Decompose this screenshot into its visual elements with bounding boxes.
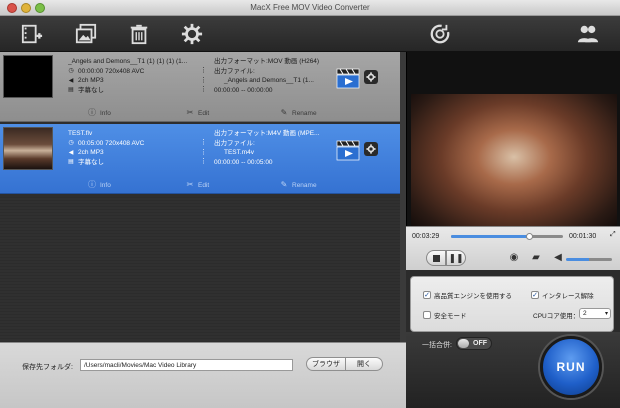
safe-mode-option[interactable]: 安全モード — [423, 310, 467, 320]
file-name: TEST.flv — [68, 130, 93, 137]
gear-icon — [366, 72, 376, 82]
browse-button[interactable]: ブラウザ — [306, 357, 346, 371]
audio-icon: ◀ — [68, 149, 74, 156]
rename-button[interactable]: ✎ Rename — [280, 181, 317, 189]
seek-slider[interactable] — [451, 233, 563, 240]
output-path-input[interactable] — [80, 359, 293, 371]
edit-button[interactable]: ✂ Edit — [186, 180, 210, 189]
settings-button[interactable] — [180, 22, 204, 46]
file-name: _Angels and Demons__T1 (1) (1) (1) (1... — [68, 58, 188, 65]
stop-icon — [432, 254, 440, 262]
item-settings-button[interactable] — [364, 70, 378, 84]
source-info: _Angels and Demons__T1 (1) (1) (1) (1...… — [68, 57, 208, 95]
run-area: 一括合併: OFF RUN — [406, 332, 620, 408]
add-video-button[interactable] — [20, 22, 44, 46]
info-button[interactable]: ⓘ Info — [88, 181, 111, 189]
add-video-icon — [21, 24, 43, 44]
cpu-label: CPUコア使用： — [533, 313, 580, 320]
audio-icon: ◀ — [68, 77, 74, 84]
cpu-core-select[interactable]: 2 ▾ — [579, 308, 611, 319]
users-button[interactable] — [576, 22, 600, 46]
add-photo-button[interactable] — [74, 22, 98, 46]
scissors-icon: ✂ — [186, 180, 194, 189]
add-photo-icon — [75, 23, 97, 44]
output-info: 出力フォーマット:MOV 動画 (H264) 出力ファイル: _Angels a… — [214, 58, 320, 94]
volume-icon[interactable]: ◀ — [552, 252, 564, 264]
output-folder-bar: 保存先フォルダ: ブラウザ 開く — [0, 342, 406, 408]
clock-icon: ◷ — [68, 140, 74, 147]
source-info: TEST.flv ◷ 00:05:00 720x408 AVC ◀ 2ch MP3 … — [68, 129, 208, 167]
pause-button[interactable]: ❚❚ — [446, 250, 466, 266]
scissors-icon: ✂ — [186, 108, 194, 117]
rename-icon: ✎ — [280, 108, 288, 117]
run-button[interactable]: RUN — [540, 336, 602, 398]
subtitle-icon: ▤ — [68, 159, 74, 166]
deinterlace-checkbox[interactable]: ✓ — [531, 291, 539, 299]
expand-icon[interactable]: ⤢ — [610, 231, 616, 239]
chevron-down-icon: ▾ — [604, 311, 608, 317]
file-list[interactable]: _Angels and Demons__T1 (1) (1) (1) (1...… — [0, 52, 406, 342]
pause-icon: ❚❚ — [448, 252, 464, 263]
rename-icon: ✎ — [280, 180, 288, 189]
hq-engine-option[interactable]: ✓ 高品質エンジンを使用する — [423, 290, 512, 300]
output-info: 出力フォーマット:M4V 動画 (MPE... 出力ファイル: TEST.m4v… — [214, 130, 320, 166]
current-time: 00:03:29 — [412, 233, 440, 240]
info-button[interactable]: ⓘ Info — [88, 109, 111, 117]
clock-icon: ◷ — [68, 68, 74, 75]
stop-button[interactable] — [426, 250, 446, 266]
seek-fill — [451, 235, 530, 238]
edit-button[interactable]: ✂ Edit — [186, 108, 210, 117]
video-thumbnail — [3, 55, 53, 98]
total-time: 00:01:30 — [569, 233, 597, 240]
gear-icon — [181, 23, 203, 45]
volume-slider[interactable] — [566, 258, 612, 261]
toggle-knob — [458, 339, 469, 348]
output-format-button[interactable] — [336, 138, 360, 162]
rename-button[interactable]: ✎ Rename — [280, 109, 317, 117]
refresh-icon — [430, 24, 450, 44]
info-icon: ⓘ — [88, 180, 96, 189]
item-actions: ⓘ Info ✂ Edit ✎ Rename — [0, 106, 400, 122]
player-controls: 00:03:29 00:01:30 ⤢ ❚❚ ◉ ▰ ◀ — [406, 226, 620, 270]
info-icon: ⓘ — [88, 108, 96, 117]
dropdown-markers: ⋮ ⋮ ⋮ — [200, 67, 207, 93]
window-title: MacX Free MOV Video Converter — [250, 3, 370, 12]
trash-icon — [130, 24, 148, 45]
safe-mode-checkbox[interactable] — [423, 311, 431, 319]
dropdown-markers: ⋮ ⋮ ⋮ — [200, 139, 207, 165]
snapshot-icon[interactable]: ◉ — [508, 252, 520, 264]
options-panel: ✓ 高品質エンジンを使用する ✓ インタレース解除 安全モード CPUコア使用：… — [410, 276, 614, 332]
output-folder-label: 保存先フォルダ: — [22, 364, 73, 371]
file-item[interactable]: TEST.flv ◷ 00:05:00 720x408 AVC ◀ 2ch MP3 … — [0, 124, 400, 194]
title-bar: MacX Free MOV Video Converter — [0, 0, 620, 16]
delete-button[interactable] — [127, 22, 151, 46]
item-settings-button[interactable] — [364, 142, 378, 156]
check-update-button[interactable] — [428, 22, 452, 46]
video-thumbnail — [3, 127, 53, 170]
users-icon — [577, 25, 599, 43]
seek-knob[interactable] — [526, 233, 534, 240]
merge-label: 一括合併: — [422, 342, 452, 349]
gear-icon — [366, 144, 376, 154]
folder-icon[interactable]: ▰ — [530, 252, 542, 264]
open-folder-button[interactable]: 開く — [345, 357, 383, 371]
preview-frame — [411, 94, 617, 234]
file-item[interactable]: _Angels and Demons__T1 (1) (1) (1) (1...… — [0, 52, 400, 122]
hq-engine-checkbox[interactable]: ✓ — [423, 291, 431, 299]
deinterlace-option[interactable]: ✓ インタレース解除 — [531, 290, 594, 300]
merge-toggle[interactable]: OFF — [456, 337, 492, 350]
subtitle-icon: ▤ — [68, 87, 74, 94]
item-actions: ⓘ Info ✂ Edit ✎ Rename — [0, 178, 400, 194]
output-format-button[interactable] — [336, 66, 360, 90]
toolbar — [0, 16, 620, 52]
